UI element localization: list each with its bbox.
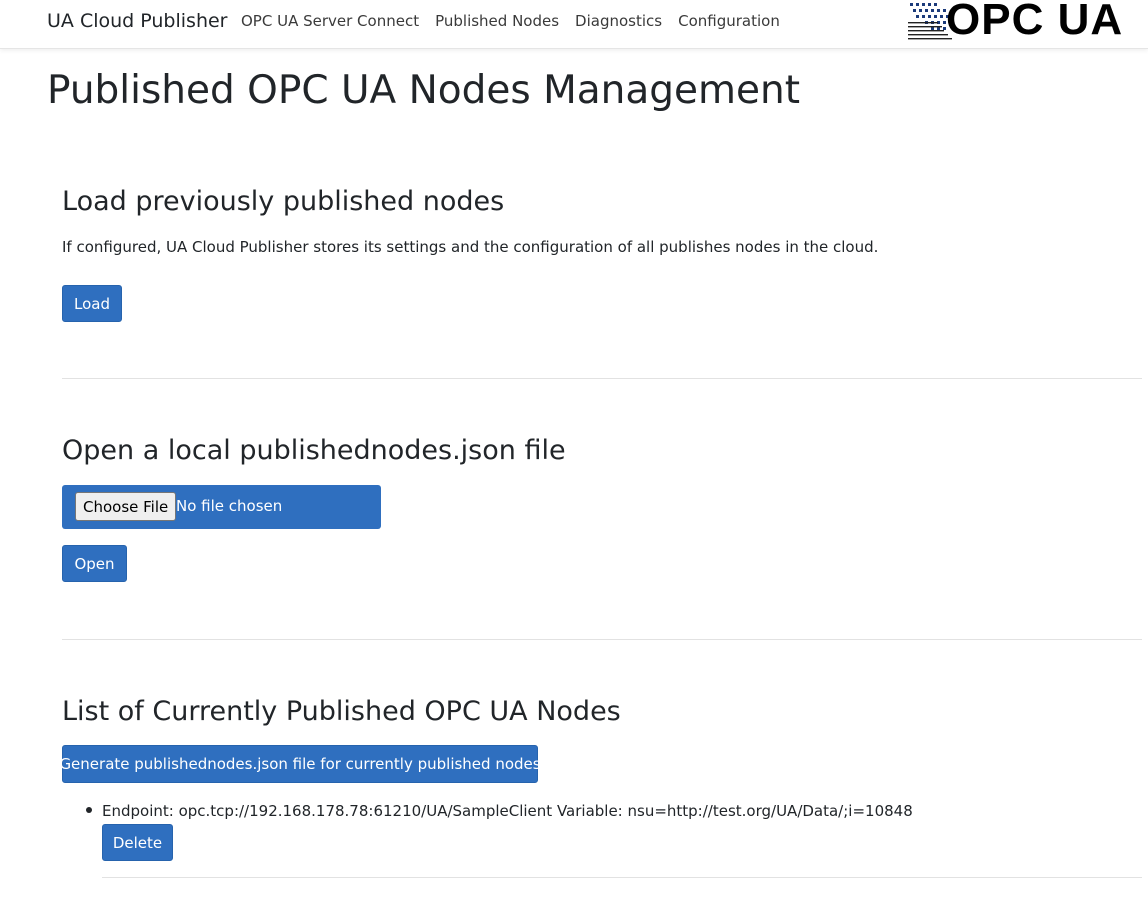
choose-file-button[interactable]: Choose File <box>75 492 177 521</box>
open-button[interactable]: Open <box>62 545 127 582</box>
file-input[interactable]: Choose File No file chosen <box>62 485 381 529</box>
page-title: Published OPC UA Nodes Management <box>47 68 801 113</box>
item-divider <box>102 877 1142 878</box>
load-section-title: Load previously published nodes <box>62 186 505 217</box>
nav-link-server-connect[interactable]: OPC UA Server Connect <box>241 12 419 30</box>
load-button[interactable]: Load <box>62 285 122 322</box>
nav-link-configuration[interactable]: Configuration <box>678 12 780 30</box>
generate-json-button[interactable]: Generate publishednodes.json file for cu… <box>59 745 541 783</box>
section-divider <box>62 639 1142 640</box>
node-endpoint-text: Endpoint: opc.tcp://192.168.178.78:61210… <box>102 802 913 820</box>
brand-link[interactable]: UA Cloud Publisher <box>47 10 227 32</box>
delete-node-button[interactable]: Delete <box>102 824 173 861</box>
opc-ua-logo: OPC UA <box>906 0 1142 44</box>
file-status-text: No file chosen <box>176 497 283 515</box>
nav-links: OPC UA Server Connect Published Nodes Di… <box>241 12 796 30</box>
nav-link-published-nodes[interactable]: Published Nodes <box>435 12 559 30</box>
logo-text: OPC UA <box>946 0 1124 44</box>
navbar: UA Cloud Publisher OPC UA Server Connect… <box>0 0 1148 49</box>
list-section-title: List of Currently Published OPC UA Nodes <box>62 696 621 727</box>
section-divider <box>62 378 1142 379</box>
nav-link-diagnostics[interactable]: Diagnostics <box>575 12 662 30</box>
load-section-description: If configured, UA Cloud Publisher stores… <box>62 238 879 256</box>
bullet-icon <box>86 807 92 813</box>
open-section-title: Open a local publishednodes.json file <box>62 435 566 466</box>
